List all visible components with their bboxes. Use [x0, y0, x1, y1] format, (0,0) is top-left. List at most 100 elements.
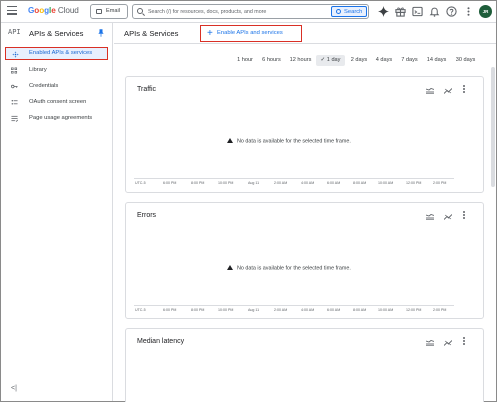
sidebar-item-credentials[interactable]: Credentials [5, 80, 108, 93]
card-title: Median latency [137, 338, 185, 345]
tick-label: 8:00 PM [191, 308, 205, 312]
tick-label: 4:00 AM [301, 181, 315, 185]
range-7-days[interactable]: 7 days [398, 55, 421, 66]
tick-label: 12:00 PM [406, 308, 422, 312]
terminal-icon[interactable] [412, 6, 423, 17]
range-6-hours[interactable]: 6 hours [259, 55, 284, 66]
tick-label: 6:00 PM [163, 308, 177, 312]
tick-label: UTC-5 [135, 308, 146, 312]
sidebar-item-label: Page usage agreements [29, 115, 93, 121]
account-avatar[interactable]: JR [479, 5, 492, 18]
card-more-icon[interactable] [463, 85, 466, 95]
card-title: Traffic [137, 86, 157, 93]
project-icon [96, 9, 102, 14]
pin-icon[interactable] [98, 29, 104, 37]
no-data-message: No data is available for the selected ti… [227, 265, 351, 272]
sidebar-item-page-usage[interactable]: Page usage agreements [5, 112, 108, 125]
card-more-icon[interactable] [463, 211, 466, 221]
range-12-hours[interactable]: 12 hours [287, 55, 314, 66]
range-2-days[interactable]: 2 days [348, 55, 370, 66]
gift-icon[interactable] [395, 6, 406, 17]
sidebar-item-oauth-consent[interactable]: OAuth consent screen [5, 96, 108, 109]
sidebar-title: APIs & Services [29, 29, 84, 38]
tick-label: 10:00 AM [378, 308, 394, 312]
project-picker-button[interactable]: Email [90, 4, 128, 19]
tick-label: 2:00 PM [433, 181, 447, 185]
legend-icon[interactable] [426, 214, 434, 220]
tick-label: UTC-5 [135, 181, 146, 185]
consent-icon [11, 100, 18, 105]
library-icon [11, 67, 18, 74]
errors-card: Errors No data is available for the sele… [125, 202, 484, 319]
google-cloud-logo[interactable]: Google Cloud [28, 6, 79, 15]
tick-label: 8:00 PM [191, 181, 205, 185]
top-bar: Google Cloud Email Search (/) for resour… [1, 1, 496, 23]
chart-axis [134, 178, 454, 179]
search-button-icon [336, 9, 341, 14]
warning-icon [227, 138, 233, 143]
page-header: APIs & Services + Enable APIs and servic… [114, 23, 496, 44]
sidebar-item-label: Credentials [29, 83, 59, 89]
tick-label: 12:00 PM [406, 181, 422, 185]
explore-chart-icon[interactable] [444, 340, 452, 346]
sidebar-item-library[interactable]: Library [5, 64, 108, 77]
more-vert-icon[interactable] [463, 6, 474, 17]
sidebar-item-label: Enabled APIs & services [29, 50, 93, 56]
sidebar-header: API APIs & Services [1, 23, 113, 43]
tick-label: 10:00 PM [218, 308, 234, 312]
notifications-icon[interactable] [429, 6, 440, 17]
api-icon: API [8, 28, 21, 36]
tick-label: Aug 11 [248, 181, 260, 185]
search-bar[interactable]: Search (/) for resources, docs, products… [132, 4, 369, 19]
no-data-message: No data is available for the selected ti… [227, 138, 351, 145]
tick-label: 2:00 AM [274, 308, 288, 312]
tick-label: 2:00 AM [274, 181, 288, 185]
range-1-hour[interactable]: 1 hour [234, 55, 256, 66]
tick-label: 6:00 PM [163, 181, 177, 185]
sidebar-item-label: OAuth consent screen [29, 99, 87, 105]
range-30-days[interactable]: 30 days [452, 55, 479, 66]
card-more-icon[interactable] [463, 337, 466, 347]
warning-icon [227, 265, 233, 270]
add-icon: + [207, 28, 213, 39]
tick-label: 6:00 AM [327, 181, 341, 185]
project-label: Email [106, 8, 120, 14]
help-icon[interactable] [446, 6, 457, 17]
tick-label: 8:00 AM [353, 308, 367, 312]
tick-label: 6:00 AM [327, 308, 341, 312]
median-latency-card: Median latency [125, 328, 484, 402]
x-axis-ticks: UTC-5 6:00 PM 8:00 PM 10:00 PM Aug 11 2:… [135, 181, 447, 189]
search-icon [137, 8, 143, 14]
range-14-days[interactable]: 14 days [424, 55, 449, 66]
main-menu-icon[interactable] [7, 6, 17, 15]
explore-chart-icon[interactable] [444, 214, 452, 220]
key-icon [11, 84, 18, 89]
collapse-sidebar-button[interactable]: <| [11, 385, 17, 392]
search-button[interactable]: Search [331, 6, 367, 17]
tick-label: Aug 11 [248, 308, 260, 312]
check-icon: ✓ [320, 57, 326, 63]
sidebar-item-label: Library [29, 67, 47, 73]
tick-label: 4:00 AM [301, 308, 315, 312]
tick-label: 2:00 PM [433, 308, 447, 312]
sidebar: API APIs & Services Enabled APIs & servi… [1, 23, 113, 401]
page-scrollbar[interactable] [491, 67, 495, 187]
tick-label: 10:00 PM [218, 181, 234, 185]
page-title: APIs & Services [124, 29, 179, 38]
x-axis-ticks: UTC-5 6:00 PM 8:00 PM 10:00 PM Aug 11 2:… [135, 308, 447, 316]
agreements-icon [11, 115, 18, 122]
legend-icon[interactable] [426, 88, 434, 94]
enable-apis-button[interactable]: + Enable APIs and services [200, 25, 302, 42]
range-1-day[interactable]: ✓ 1 day [316, 55, 345, 66]
sidebar-item-enabled-apis[interactable]: Enabled APIs & services [5, 47, 108, 60]
range-4-days[interactable]: 4 days [373, 55, 395, 66]
card-title: Errors [137, 212, 157, 219]
gemini-icon[interactable] [378, 6, 389, 17]
tick-label: 10:00 AM [378, 181, 394, 185]
apis-icon [12, 51, 19, 58]
traffic-card: Traffic No data is available for the sel… [125, 76, 484, 193]
legend-icon[interactable] [426, 340, 434, 346]
search-input[interactable]: Search (/) for resources, docs, products… [148, 9, 266, 15]
chart-axis [134, 305, 454, 306]
explore-chart-icon[interactable] [444, 88, 452, 94]
